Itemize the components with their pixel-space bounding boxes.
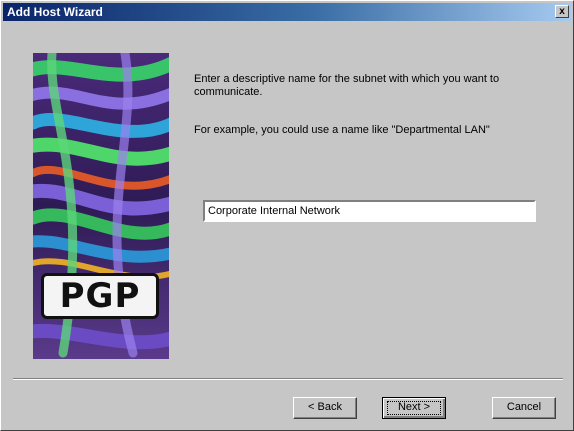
cancel-button[interactable]: Cancel xyxy=(492,397,556,419)
pgp-logo: PGP xyxy=(41,273,159,319)
cancel-button-label: Cancel xyxy=(506,401,542,413)
example-text: For example, you could use a name like "… xyxy=(194,124,490,136)
close-icon: x xyxy=(559,6,565,17)
wizard-banner-image: PGP xyxy=(33,53,169,359)
add-host-wizard-window: Add Host Wizard x PGP Enter a descriptiv… xyxy=(0,0,574,431)
subnet-name-input[interactable] xyxy=(203,200,536,222)
back-button-label: < Back xyxy=(308,401,342,413)
button-divider xyxy=(13,378,563,380)
pgp-logo-text: PGP xyxy=(59,276,141,316)
next-button-label: Next > xyxy=(397,401,431,413)
window-title: Add Host Wizard xyxy=(7,5,103,19)
instruction-text: Enter a descriptive name for the subnet … xyxy=(194,73,500,98)
close-button[interactable]: x xyxy=(555,5,569,18)
back-button[interactable]: < Back xyxy=(293,397,357,419)
title-bar[interactable]: Add Host Wizard x xyxy=(3,3,571,21)
next-button[interactable]: Next > xyxy=(382,397,446,419)
